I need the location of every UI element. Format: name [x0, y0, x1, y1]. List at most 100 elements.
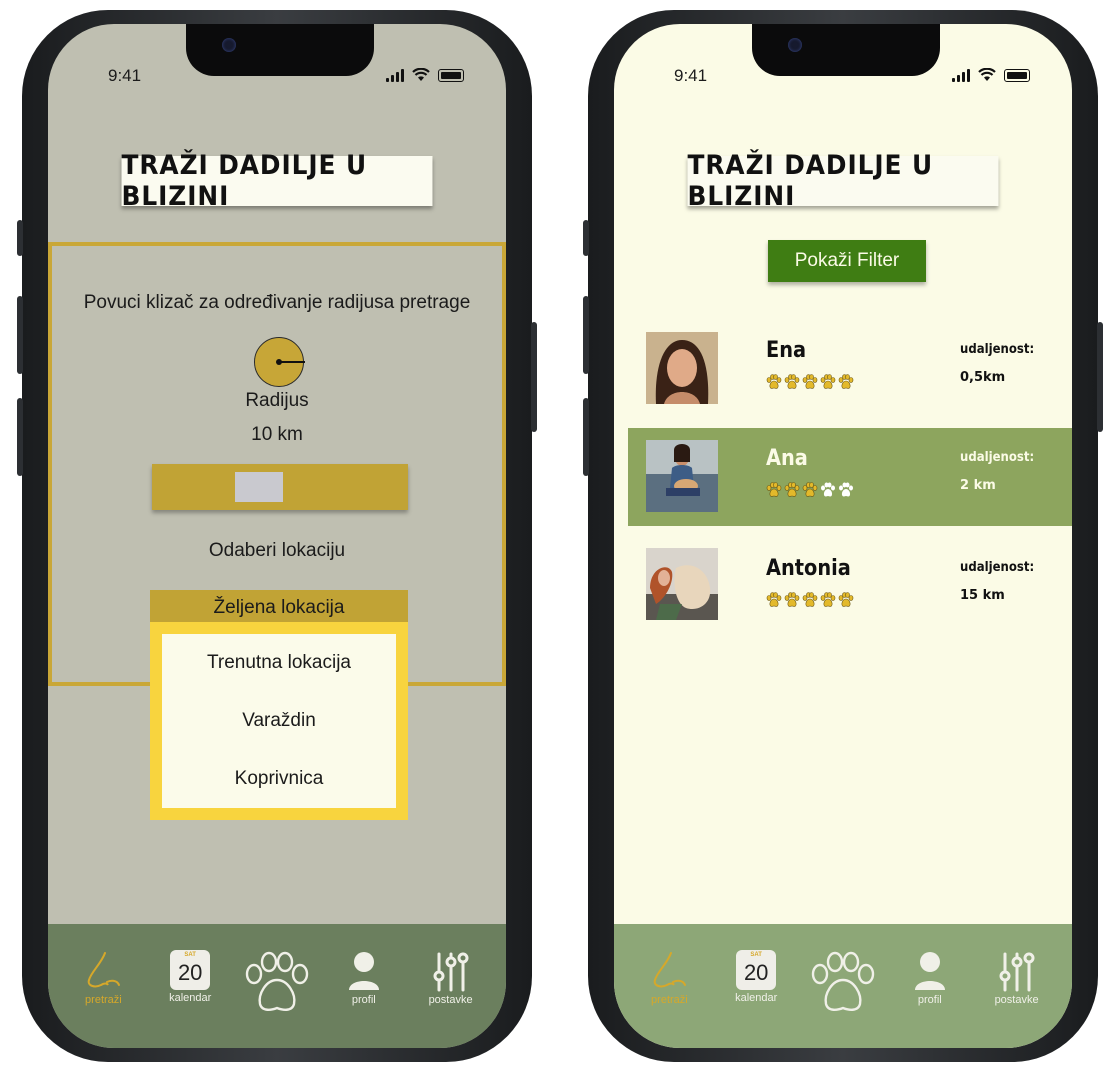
location-label: Odaberi lokaciju	[208, 540, 346, 561]
wifi-icon	[978, 68, 996, 81]
distance-label: udaljenost:	[960, 560, 1035, 575]
rating-paws	[766, 374, 854, 390]
paw-rating-icon	[820, 592, 836, 607]
nav-label-calendar: kalendar	[735, 992, 778, 1004]
paw-rating-icon	[784, 482, 800, 497]
page-title: TRAŽI DADILJE U BLIZINI	[687, 150, 999, 212]
paw-rating-icon	[784, 592, 800, 607]
radius-dial-icon	[254, 337, 305, 387]
status-time: 9:41	[108, 66, 142, 85]
nav-label-settings: postavke	[428, 994, 473, 1006]
person-icon	[348, 952, 379, 990]
rating-paws	[766, 482, 854, 498]
nav-label-settings: postavke	[994, 994, 1039, 1006]
paw-rating-icon	[802, 592, 818, 607]
signal-icon	[386, 68, 404, 82]
notch	[752, 24, 940, 76]
calendar-icon: SAT 20	[736, 950, 777, 990]
show-filter-button[interactable]: Pokaži Filter	[768, 240, 926, 282]
bottom-nav: pretraži SAT 20 kalendar profil postavke	[48, 924, 506, 1048]
radius-slider-thumb[interactable]	[235, 472, 283, 502]
battery-icon	[438, 68, 464, 82]
sitter-row-ena[interactable]: Ena udaljenost: 0,5km	[614, 320, 1072, 418]
distance-value: 15 km	[960, 588, 1005, 603]
location-dropdown: Trenutna lokacija Varaždin Koprivnica	[150, 622, 408, 820]
volume-up-button	[583, 296, 589, 374]
nav-label-search: pretraži	[85, 994, 122, 1006]
paw-rating-icon	[766, 482, 782, 497]
screen-radius-search: 9:41 TRAŽI DADILJE U BLIZINI Povuci kliz…	[48, 24, 506, 1048]
battery-icon	[1004, 68, 1030, 82]
slider-hint: Povuci klizač za određivanje radijusa pr…	[83, 292, 471, 313]
nav-label-profile: profil	[351, 994, 376, 1006]
nav-label-search: pretraži	[651, 994, 688, 1006]
distance-value: 2 km	[960, 478, 996, 493]
nav-item-profile[interactable]: profil	[329, 950, 399, 1006]
page-title: TRAŽI DADILJE U BLIZINI	[121, 150, 433, 212]
sitter-name: Antonia	[766, 556, 851, 581]
notch	[186, 24, 374, 76]
calendar-icon: SAT 20	[170, 950, 211, 990]
nav-item-home[interactable]	[808, 950, 878, 1016]
location-option-current[interactable]: Trenutna lokacija	[207, 652, 351, 674]
radius-label: Radijus	[245, 390, 309, 411]
avatar	[646, 332, 718, 404]
distance-label: udaljenost:	[960, 450, 1035, 465]
sliders-icon	[433, 952, 469, 992]
sitter-name: Ena	[766, 338, 807, 363]
person-icon	[914, 952, 945, 990]
location-option-koprivnica[interactable]: Koprivnica	[235, 768, 324, 790]
nav-item-profile[interactable]: profil	[895, 950, 965, 1006]
nav-item-settings[interactable]: postavke	[982, 950, 1052, 1006]
volume-down-button	[17, 398, 23, 476]
nav-label-profile: profil	[917, 994, 942, 1006]
camera-icon	[222, 38, 236, 52]
sliders-icon	[999, 952, 1035, 992]
nav-item-calendar[interactable]: SAT 20 kalendar	[721, 950, 791, 1004]
nose-icon	[654, 952, 687, 988]
status-icons	[952, 68, 1030, 82]
distance-label: udaljenost:	[960, 342, 1035, 357]
distance-value: 0,5km	[960, 370, 1006, 385]
screen-sitter-list: 9:41 TRAŽI DADILJE U BLIZINI Pokaži Filt…	[614, 24, 1072, 1048]
paw-rating-icon	[802, 482, 818, 497]
nose-icon	[88, 952, 121, 988]
paw-rating-icon	[766, 374, 782, 389]
nav-item-home[interactable]	[242, 950, 312, 1016]
signal-icon	[952, 68, 970, 82]
sitter-name: Ana	[766, 446, 808, 471]
volume-down-button	[583, 398, 589, 476]
nav-label-calendar: kalendar	[169, 992, 212, 1004]
status-time: 9:41	[674, 66, 708, 85]
phone-right: 9:41 TRAŽI DADILJE U BLIZINI Pokaži Filt…	[583, 10, 1103, 1062]
bottom-nav: pretraži SAT 20 kalendar profil postavke	[614, 924, 1072, 1048]
sitter-row-ana[interactable]: Ana udaljenost: 2 km	[628, 428, 1072, 526]
radius-value: 10 km	[251, 424, 303, 445]
paw-rating-icon	[766, 592, 782, 607]
paw-rating-icon	[838, 374, 854, 389]
nav-item-calendar[interactable]: SAT 20 kalendar	[155, 950, 225, 1004]
radius-slider[interactable]	[152, 464, 408, 510]
location-option-varazdin[interactable]: Varaždin	[242, 710, 316, 732]
paw-icon	[811, 951, 875, 1011]
status-icons	[386, 68, 464, 82]
nav-item-search[interactable]: pretraži	[68, 950, 138, 1006]
rating-paws	[766, 592, 854, 608]
location-select[interactable]: Željena lokacija	[150, 590, 408, 626]
mute-switch	[17, 220, 23, 256]
paw-rating-empty-icon	[821, 482, 835, 497]
sitter-row-antonia[interactable]: Antonia udaljenost: 15 km	[614, 538, 1072, 636]
volume-up-button	[17, 296, 23, 374]
avatar	[646, 440, 718, 512]
wifi-icon	[412, 68, 430, 81]
paw-rating-icon	[784, 374, 800, 389]
avatar	[646, 548, 718, 620]
power-button	[1097, 322, 1103, 432]
paw-rating-icon	[820, 374, 836, 389]
paw-rating-icon	[838, 592, 854, 607]
phone-left: 9:41 TRAŽI DADILJE U BLIZINI Povuci kliz…	[17, 10, 537, 1062]
nav-item-search[interactable]: pretraži	[634, 950, 704, 1006]
nav-item-settings[interactable]: postavke	[416, 950, 486, 1006]
paw-rating-icon	[802, 374, 818, 389]
camera-icon	[788, 38, 802, 52]
